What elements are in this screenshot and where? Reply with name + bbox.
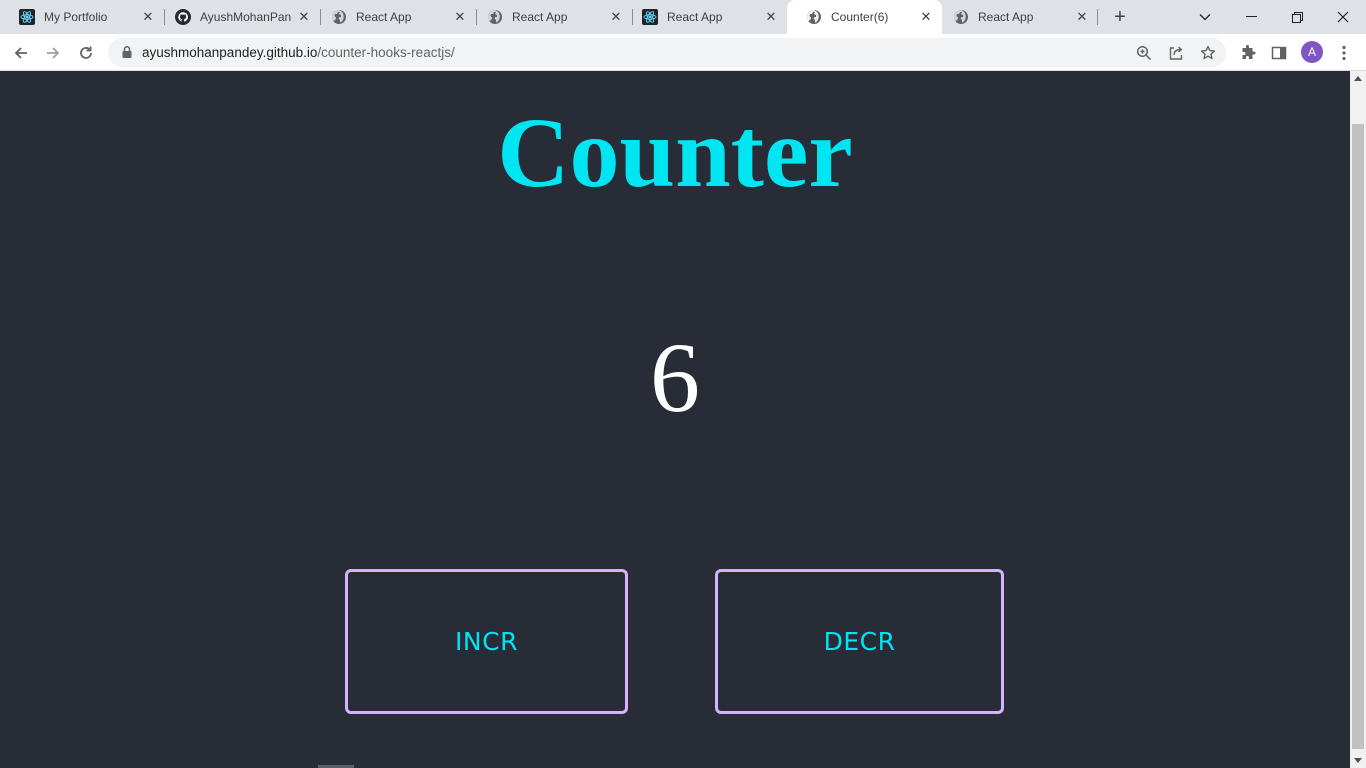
lock-icon[interactable] bbox=[120, 45, 134, 59]
increment-button[interactable]: INCR bbox=[345, 569, 628, 714]
scroll-up-arrow-icon[interactable] bbox=[1354, 76, 1362, 81]
close-icon[interactable]: ✕ bbox=[763, 9, 779, 25]
back-arrow-icon[interactable] bbox=[7, 39, 35, 67]
tab-title: React App bbox=[667, 10, 723, 24]
tab-strip: My Portfolio ✕ AyushMohanPan ✕ React App… bbox=[0, 0, 1366, 34]
page-title: Counter bbox=[497, 97, 853, 208]
react-icon bbox=[642, 9, 658, 25]
url-text: ayushmohanpandey.github.io/counter-hooks… bbox=[142, 45, 455, 60]
page-viewport: Counter 6 INCR DECR bbox=[0, 71, 1350, 768]
tab-my-portfolio[interactable]: My Portfolio ✕ bbox=[0, 0, 164, 34]
tab-title: React App bbox=[512, 10, 568, 24]
close-icon[interactable]: ✕ bbox=[296, 9, 312, 25]
tab-title: My Portfolio bbox=[44, 10, 108, 24]
close-icon[interactable]: ✕ bbox=[608, 9, 624, 25]
close-icon[interactable]: ✕ bbox=[140, 9, 156, 25]
url-host: ayushmohanpandey.github.io bbox=[142, 45, 318, 60]
browser-toolbar: ayushmohanpandey.github.io/counter-hooks… bbox=[0, 34, 1366, 71]
bookmark-star-icon[interactable] bbox=[1196, 41, 1220, 65]
tab-react-app-3[interactable]: React App ✕ bbox=[623, 0, 787, 34]
profile-avatar[interactable]: A bbox=[1301, 41, 1323, 63]
tab-react-app-2[interactable]: React App ✕ bbox=[468, 0, 632, 34]
zoom-icon[interactable] bbox=[1132, 41, 1156, 65]
github-icon bbox=[175, 9, 191, 25]
side-panel-icon[interactable] bbox=[1265, 39, 1293, 67]
tab-title: AyushMohanPan bbox=[200, 10, 292, 24]
share-icon[interactable] bbox=[1164, 41, 1188, 65]
globe-icon bbox=[953, 9, 969, 25]
tab-title: React App bbox=[356, 10, 412, 24]
tab-counter-active[interactable]: Counter(6) ✕ bbox=[787, 0, 942, 34]
close-icon[interactable]: ✕ bbox=[918, 9, 934, 25]
minimize-icon[interactable] bbox=[1228, 0, 1274, 34]
vertical-scrollbar[interactable] bbox=[1350, 71, 1366, 768]
tab-react-app-4[interactable]: React App ✕ bbox=[934, 0, 1098, 34]
tab-react-app-1[interactable]: React App ✕ bbox=[312, 0, 476, 34]
extensions-puzzle-icon[interactable] bbox=[1234, 39, 1262, 67]
forward-arrow-icon[interactable] bbox=[39, 39, 67, 67]
globe-icon bbox=[806, 9, 822, 25]
counter-value: 6 bbox=[650, 322, 700, 433]
globe-icon bbox=[487, 9, 503, 25]
url-path: /counter-hooks-reactjs/ bbox=[317, 45, 455, 60]
tab-title: Counter(6) bbox=[831, 10, 889, 24]
scroll-down-arrow-icon[interactable] bbox=[1354, 758, 1362, 763]
reload-icon[interactable] bbox=[72, 39, 100, 67]
tab-separator bbox=[1097, 9, 1098, 25]
tab-search-chevron-icon[interactable] bbox=[1182, 0, 1228, 34]
close-window-icon[interactable] bbox=[1320, 0, 1366, 34]
decrement-button[interactable]: DECR bbox=[715, 569, 1004, 714]
restore-icon[interactable] bbox=[1274, 0, 1320, 34]
close-icon[interactable]: ✕ bbox=[452, 9, 468, 25]
globe-icon bbox=[331, 9, 347, 25]
close-icon[interactable]: ✕ bbox=[1074, 9, 1090, 25]
menu-kebab-icon[interactable] bbox=[1330, 39, 1358, 67]
new-tab-plus-icon[interactable]: + bbox=[1108, 5, 1132, 29]
tab-github[interactable]: AyushMohanPan ✕ bbox=[156, 0, 320, 34]
tab-title: React App bbox=[978, 10, 1034, 24]
address-bar[interactable]: ayushmohanpandey.github.io/counter-hooks… bbox=[108, 38, 1226, 67]
scrollbar-thumb[interactable] bbox=[1352, 124, 1364, 749]
react-icon bbox=[19, 9, 35, 25]
